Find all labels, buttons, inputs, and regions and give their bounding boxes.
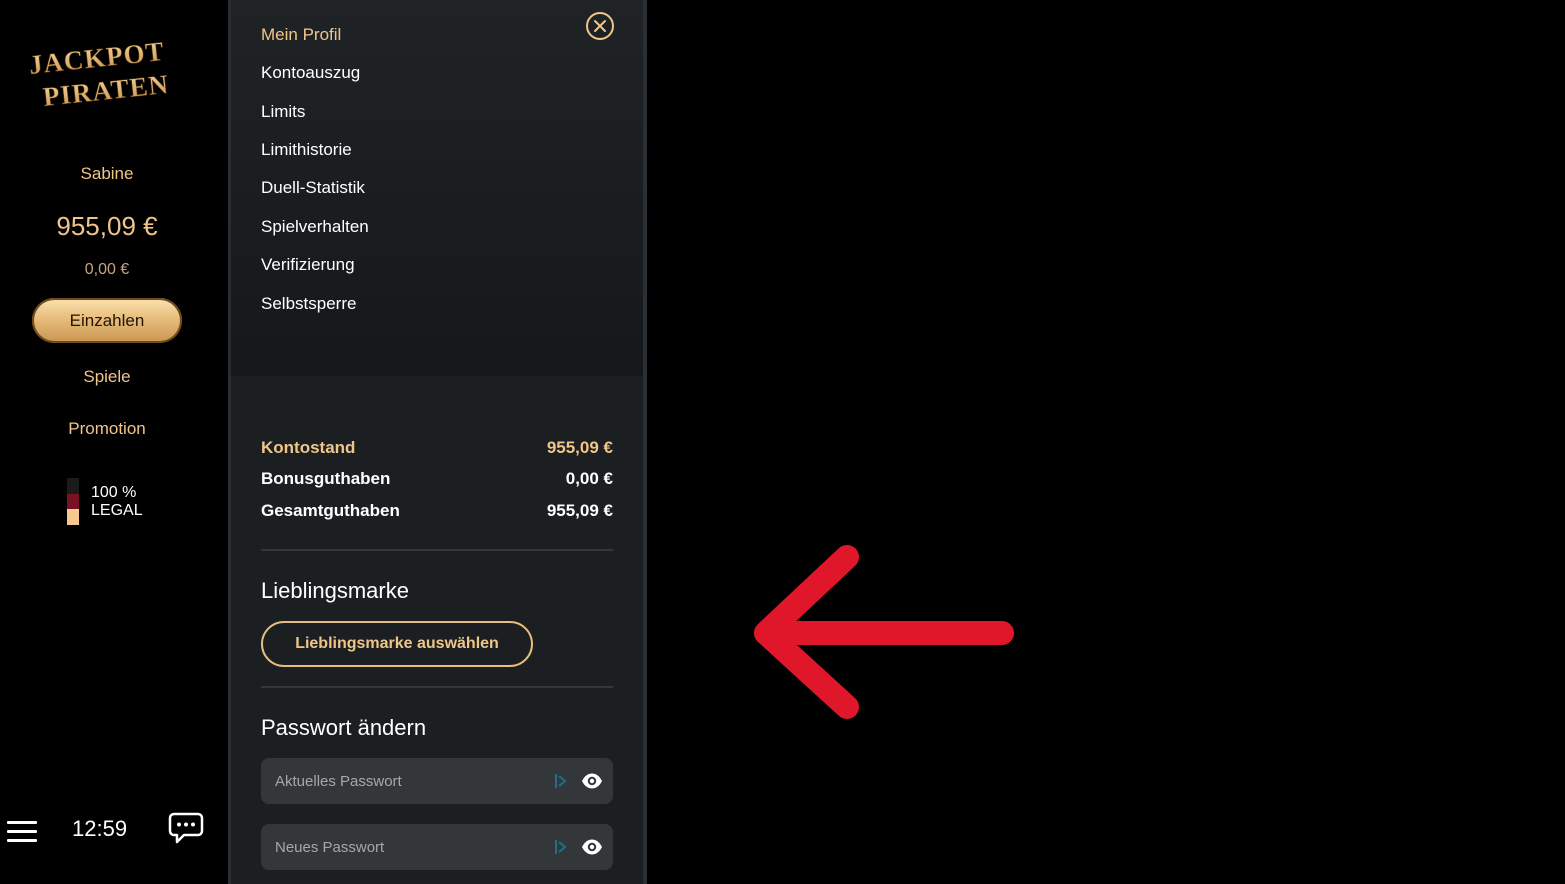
- balance-value: 955,09 €: [546, 501, 613, 520]
- balance-value: 0,00 €: [565, 469, 613, 488]
- legal-text: 100 % LEGAL: [91, 484, 143, 520]
- balance-row-account: Kontostand 955,09 €: [261, 438, 613, 458]
- menu-item-limit-history[interactable]: Limithistorie: [261, 140, 352, 160]
- legal-text-line-1: 100 %: [91, 483, 137, 501]
- password-manager-icon[interactable]: [554, 838, 568, 856]
- eye-icon[interactable]: [581, 771, 603, 791]
- favorite-brand-title: Lieblingsmarke: [261, 578, 409, 603]
- close-icon[interactable]: [585, 11, 615, 41]
- balance-amount: 955,09 €: [56, 211, 158, 241]
- menu-item-limits[interactable]: Limits: [261, 102, 305, 122]
- balance-label: Bonusguthaben: [261, 469, 391, 488]
- sidebar: JACKPOT PIRATEN Sabine 955,09 € 0,00 € E…: [0, 0, 228, 884]
- profile-menu: Mein Profil Kontoauszug Limits Limithist…: [231, 0, 643, 376]
- new-password-input[interactable]: [261, 824, 541, 870]
- divider: [261, 686, 613, 688]
- sidebar-bottom-bar: 12:59: [0, 805, 228, 855]
- jackpot-piraten-logo[interactable]: JACKPOT PIRATEN: [28, 36, 188, 116]
- menu-item-gaming-behavior[interactable]: Spielverhalten: [261, 217, 369, 237]
- balance-label: Kontostand: [261, 438, 356, 457]
- balance-row-total: Gesamtguthaben 955,09 €: [261, 501, 613, 521]
- clock: 12:59: [72, 816, 128, 841]
- nav-item-promotion[interactable]: Promotion: [0, 419, 214, 439]
- profile-panel: Mein Profil Kontoauszug Limits Limithist…: [228, 0, 647, 884]
- new-password-field[interactable]: [261, 824, 613, 870]
- red-arrow-icon: [754, 545, 1014, 719]
- chat-icon[interactable]: [168, 811, 204, 845]
- legal-badge: 100 % LEGAL: [67, 478, 143, 526]
- bonus-amount: 0,00 €: [84, 261, 130, 278]
- hamburger-menu-icon[interactable]: [7, 821, 37, 843]
- password-manager-icon[interactable]: [554, 772, 568, 790]
- select-favorite-brand-button[interactable]: Lieblingsmarke auswählen: [261, 621, 533, 667]
- legal-text-line-2: LEGAL: [91, 501, 143, 519]
- menu-item-verification[interactable]: Verifizierung: [261, 255, 355, 275]
- menu-item-self-exclusion[interactable]: Selbstsperre: [261, 294, 356, 314]
- current-password-field[interactable]: [261, 758, 613, 804]
- user-name: Sabine: [80, 164, 134, 183]
- current-password-input[interactable]: [261, 758, 541, 804]
- change-password-title: Passwort ändern: [261, 715, 427, 740]
- balance-value: 955,09 €: [546, 438, 613, 457]
- nav-item-games[interactable]: Spiele: [0, 367, 214, 387]
- balance-row-bonus: Bonusguthaben 0,00 €: [261, 469, 613, 489]
- menu-item-my-profile[interactable]: Mein Profil: [261, 25, 341, 45]
- deposit-button[interactable]: Einzahlen: [32, 298, 182, 343]
- eye-icon[interactable]: [581, 837, 603, 857]
- menu-item-account-statement[interactable]: Kontoauszug: [261, 63, 360, 83]
- german-flag-icon: [67, 478, 79, 526]
- balance-label: Gesamtguthaben: [261, 501, 400, 520]
- menu-item-duel-statistics[interactable]: Duell-Statistik: [261, 178, 365, 198]
- divider: [261, 549, 613, 551]
